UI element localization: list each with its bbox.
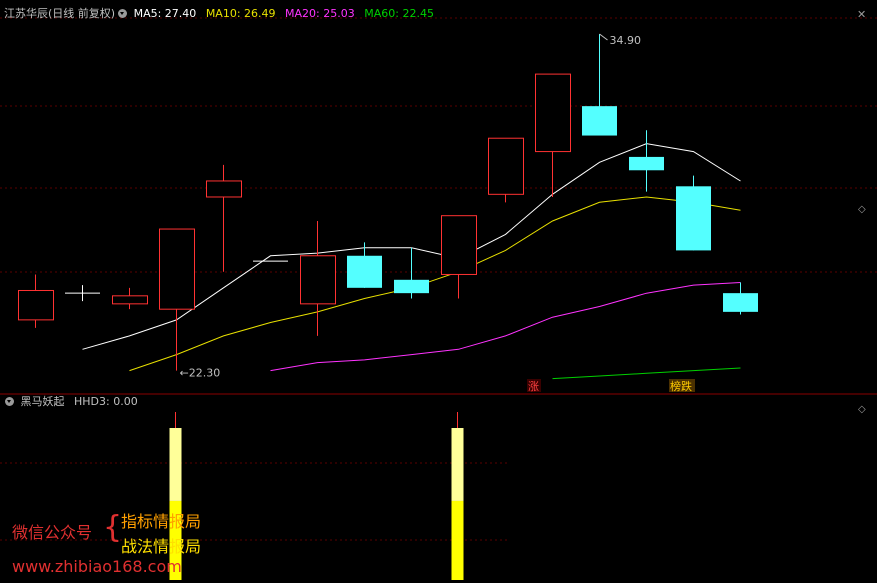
candle-body[interactable] (629, 156, 664, 171)
watermark-line2: 战法情报局 (121, 537, 202, 556)
watermark-wechat: 微信公众号 (12, 523, 93, 542)
candle-body[interactable] (347, 255, 382, 288)
stock-title[interactable]: 江苏华辰(日线 前复权) (4, 7, 115, 20)
ma-line-ma10 (129, 196, 741, 372)
indicator-settings-icon[interactable] (5, 397, 14, 406)
low-label: ←22.30 (180, 367, 221, 380)
candle-body[interactable] (300, 255, 336, 305)
diamond-icon[interactable]: ◇ (858, 204, 866, 215)
candle-body[interactable] (394, 279, 429, 294)
ma-line-ma60 (552, 367, 741, 380)
watermark-url: www.zhibiao168.com (12, 557, 182, 576)
chart-canvas[interactable]: 34.90 ←22.30 涨 榜跌 (0, 0, 877, 583)
diamond-icon[interactable]: ◇ (858, 404, 866, 415)
candle-body[interactable] (112, 295, 148, 305)
hhd3-value: HHD3: 0.00 (74, 395, 138, 408)
candle-body[interactable] (441, 215, 477, 275)
candle-body[interactable] (582, 106, 617, 136)
candle-body[interactable] (723, 293, 758, 312)
candle-body[interactable] (18, 289, 54, 321)
watermark-line1: 指标情报局 (121, 512, 202, 531)
ma10-label: MA10: 26.49 (205, 7, 276, 20)
ma20-label: MA20: 25.03 (285, 7, 355, 20)
indicator-name[interactable]: 黑马妖起 (21, 395, 65, 408)
tag-label: 榜跌 (670, 379, 692, 393)
hhd3-bar-upper[interactable] (451, 428, 464, 501)
hhd3-bar-upper[interactable] (169, 428, 182, 501)
indicator-header: 黑马妖起 HHD3: 0.00 (2, 394, 144, 410)
watermark-brace: { (103, 510, 123, 545)
ma60-label: MA60: 22.45 (364, 7, 434, 20)
ma-settings-icon[interactable] (118, 9, 128, 18)
ma5-label: MA5: 27.40 (133, 7, 197, 20)
tag-label: 涨 (528, 380, 539, 393)
ma-line-ma20 (270, 282, 741, 372)
high-marker (599, 33, 608, 41)
hhd3-bar-lower[interactable] (451, 500, 464, 580)
candle-body[interactable] (159, 228, 195, 310)
candle-body[interactable] (676, 186, 711, 251)
main-header: 江苏华辰(日线 前复权) MA5: 27.40 MA10: 26.49 MA20… (4, 6, 440, 22)
candle-body[interactable] (206, 180, 242, 198)
candle-body[interactable] (488, 137, 524, 195)
close-icon[interactable]: ✕ (857, 8, 866, 21)
high-label: 34.90 (610, 34, 642, 47)
candle-body[interactable] (535, 73, 571, 153)
